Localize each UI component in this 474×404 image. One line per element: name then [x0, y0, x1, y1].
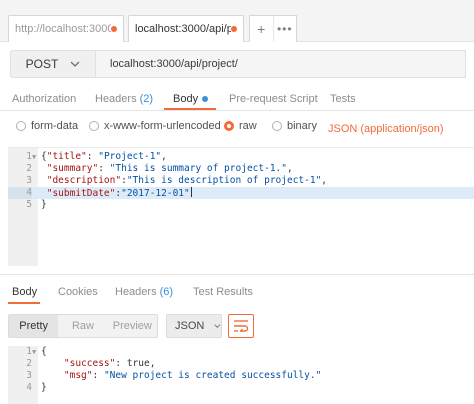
line-number: 5 [26, 199, 32, 210]
radio-label: form-data [31, 120, 79, 132]
request-section-tabs: Authorization Headers (2) Body Pre-reque… [0, 87, 474, 111]
text-caret [190, 187, 192, 197]
response-view-toolbar: Pretty Raw Preview JSON [0, 310, 474, 340]
response-tab-test-results[interactable]: Test Results [193, 286, 253, 298]
active-tab-indicator [8, 302, 40, 304]
code-line: 5 } [8, 199, 474, 211]
wrap-lines-icon [234, 320, 249, 332]
request-tabs-bar: http://localhost:3000/ localhost:3000/ap… [0, 0, 474, 42]
preview-button[interactable]: Preview [107, 315, 157, 337]
code-line: 2 "success": true, [8, 358, 474, 370]
radio-icon [272, 121, 282, 131]
line-number: 3 [26, 370, 32, 381]
unsaved-dot-icon [111, 26, 117, 32]
request-tab-active[interactable]: localhost:3000/api/project/ [128, 15, 244, 42]
unsaved-dot-icon [231, 26, 237, 32]
view-mode-toggle: Pretty Raw Preview [8, 314, 158, 338]
url-value: localhost:3000/api/project/ [110, 58, 238, 70]
radio-binary[interactable]: binary [272, 120, 317, 132]
line-number: 2 [26, 163, 32, 174]
radio-raw[interactable]: raw [224, 120, 257, 132]
radio-label: binary [287, 120, 317, 132]
radio-label: raw [239, 120, 257, 132]
body-modified-dot-icon [202, 96, 209, 103]
tab-pre-request-script[interactable]: Pre-request Script [229, 93, 318, 105]
line-number: 3 [26, 175, 32, 186]
tab-body[interactable]: Body [173, 93, 209, 105]
response-headers-count: (6) [159, 286, 174, 298]
tab-tools: + ••• [249, 15, 297, 42]
wrap-lines-button[interactable] [228, 314, 254, 338]
response-body-viewer: 1 ▼ { 2 "success": true, 3 "msg": "New p… [8, 346, 474, 404]
radio-checked-icon [224, 121, 234, 131]
more-tabs-button[interactable]: ••• [272, 16, 297, 42]
request-tab[interactable]: http://localhost:3000/ [8, 15, 124, 42]
radio-urlencoded[interactable]: x-www-form-urlencoded [89, 120, 221, 132]
code-line: 3 "msg": "New project is created success… [8, 370, 474, 382]
code-line: 1 ▼ {"title": "Project-1", [8, 151, 474, 163]
code-line: 3 "description":"This is description of … [8, 175, 474, 187]
response-tab-cookies[interactable]: Cookies [58, 286, 98, 298]
radio-icon [16, 121, 26, 131]
response-divider [0, 274, 474, 275]
request-body-editor[interactable]: 1 ▼ {"title": "Project-1", 2 "summary": … [8, 147, 474, 266]
radio-label: x-www-form-urlencoded [104, 120, 221, 132]
raw-button[interactable]: Raw [58, 315, 108, 337]
radio-form-data[interactable]: form-data [16, 120, 78, 132]
chevron-down-icon [70, 61, 80, 67]
line-number: 1 [26, 151, 32, 162]
fold-arrow-icon[interactable]: ▼ [32, 151, 36, 163]
body-type-options: form-data x-www-form-urlencoded raw bina… [0, 116, 474, 138]
response-tab-body[interactable]: Body [12, 286, 37, 298]
request-tab-label: http://localhost:3000/ [15, 23, 111, 35]
pretty-button[interactable]: Pretty [9, 315, 59, 337]
url-input[interactable]: localhost:3000/api/project/ [96, 50, 466, 78]
line-number: 4 [26, 382, 32, 393]
new-tab-button[interactable]: + [250, 16, 273, 42]
code-line-highlighted: 4 "submitDate":"2017-12-01" [8, 187, 474, 199]
format-label: JSON [175, 320, 205, 332]
code-line: 4 } [8, 382, 474, 394]
line-number: 2 [26, 358, 32, 369]
headers-count: (2) [139, 93, 154, 105]
code-line: 1 ▼ { [8, 346, 474, 358]
line-number: 1 [26, 346, 32, 357]
tab-tests[interactable]: Tests [330, 93, 356, 105]
fold-arrow-icon[interactable]: ▼ [32, 346, 36, 358]
chevron-down-icon [214, 324, 221, 328]
code-line: 2 "summary": "This is summary of project… [8, 163, 474, 175]
method-label: POST [25, 57, 59, 71]
content-type-select[interactable]: JSON (application/json) [328, 123, 444, 135]
request-tab-label: localhost:3000/api/project/ [135, 23, 231, 35]
method-select[interactable]: POST [10, 50, 96, 78]
active-tab-indicator [164, 108, 216, 110]
line-number: 4 [8, 187, 32, 199]
response-tabs: Body Cookies Headers (6) Test Results [0, 282, 474, 304]
response-tab-headers[interactable]: Headers (6) [115, 286, 173, 298]
tab-authorization[interactable]: Authorization [12, 93, 76, 105]
format-select[interactable]: JSON [166, 314, 222, 338]
radio-icon [89, 121, 99, 131]
tab-headers[interactable]: Headers (2) [95, 93, 153, 105]
